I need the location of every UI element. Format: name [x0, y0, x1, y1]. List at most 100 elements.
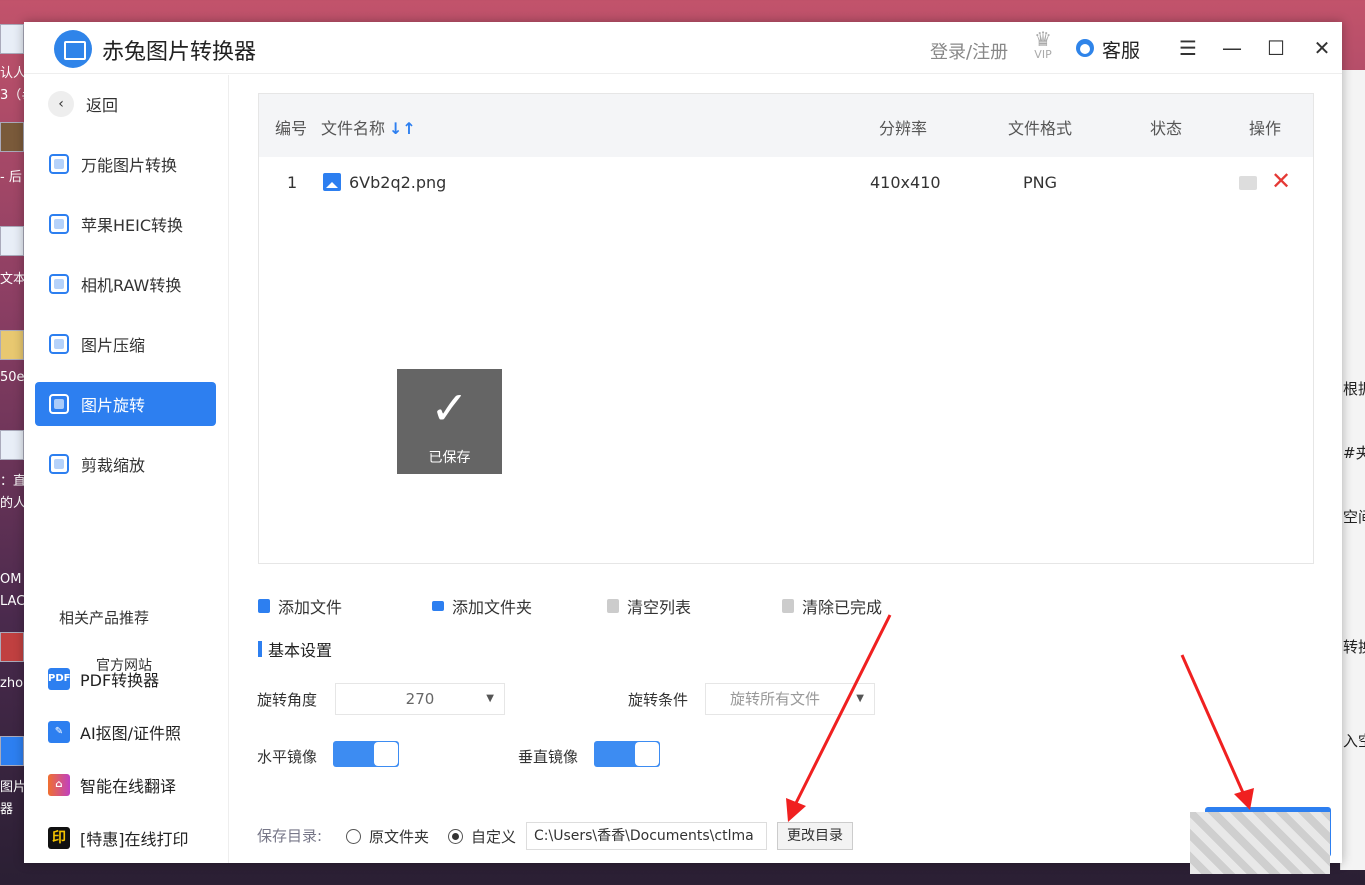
sidebar-item-universal-convert[interactable]: 万能图片转换: [35, 142, 216, 186]
close-icon[interactable]: ✕: [1310, 36, 1334, 60]
product-print[interactable]: 印 [特惠]在线打印: [48, 826, 189, 850]
text-file-icon[interactable]: [0, 226, 24, 256]
desktop-label: OM: [0, 572, 22, 587]
toggle-knob: [374, 742, 398, 766]
back-label: 返回: [86, 96, 119, 115]
sidebar-item-compress[interactable]: 图片压缩: [35, 322, 216, 366]
radio-original-folder[interactable]: 原文件夹: [346, 826, 429, 847]
save-dir-label: 保存目录:: [257, 827, 323, 845]
word-file-icon[interactable]: [0, 24, 24, 54]
customer-service-button[interactable]: 客服: [1102, 36, 1140, 63]
sidebar-item-label: 万能图片转换: [81, 156, 178, 175]
app-shortcut-icon[interactable]: [0, 736, 24, 766]
settings-title-label: 基本设置: [268, 641, 333, 660]
product-translate[interactable]: ⌂ 智能在线翻译: [48, 773, 176, 797]
clear-list-label: 清空列表: [627, 598, 692, 617]
check-icon: ✓: [430, 381, 469, 435]
desktop-label: zho: [0, 676, 24, 691]
file-table: 编号 文件名称 ↓↑ 分辨率 文件格式 状态 操作 1 6Vb2q2.png 41…: [258, 93, 1314, 564]
row-filename: 6Vb2q2.png: [349, 173, 447, 192]
table-row[interactable]: 1 6Vb2q2.png 410x410 PNG ✕: [259, 157, 1313, 209]
bg-text: 空间: [1343, 508, 1365, 526]
bg-text: 根据: [1343, 380, 1365, 398]
sidebar-item-heic[interactable]: 苹果HEIC转换: [35, 202, 216, 246]
recommend-title: 相关产品推荐: [59, 609, 150, 627]
sort-icon[interactable]: ↓↑: [389, 119, 416, 138]
translate-icon: ⌂: [48, 774, 70, 796]
vip-label: VIP: [1034, 48, 1052, 61]
table-header: 编号 文件名称 ↓↑ 分辨率 文件格式 状态 操作: [259, 94, 1313, 157]
col-filename-label: 文件名称: [321, 119, 386, 138]
col-status: 状态: [1150, 119, 1183, 138]
product-label: AI抠图/证件照: [80, 724, 182, 743]
heic-icon: [49, 214, 69, 234]
rotate-angle-select[interactable]: 270 ▼: [335, 683, 505, 715]
v-mirror-toggle[interactable]: [594, 741, 660, 767]
change-dir-button[interactable]: 更改目录: [777, 822, 853, 850]
sidebar-item-crop[interactable]: 剪裁缩放: [35, 442, 216, 486]
minimize-icon[interactable]: —: [1220, 36, 1244, 60]
product-ai-cutout[interactable]: ✎ AI抠图/证件照: [48, 720, 181, 744]
desktop-label: 器: [0, 802, 14, 817]
file-icon: [258, 599, 270, 613]
rotate-icon: [49, 394, 69, 414]
toggle-knob: [635, 742, 659, 766]
row-resolution: 410x410: [870, 173, 941, 192]
desktop-label: LAC: [0, 594, 24, 609]
sidebar-item-raw[interactable]: 相机RAW转换: [35, 262, 216, 306]
sidebar-item-rotate[interactable]: 图片旋转: [35, 382, 216, 426]
desktop-left-strip: 认人El 3（# - 后 文本 50e ：直 的人 OM LAC zho 图片 …: [0, 0, 24, 885]
h-mirror-toggle[interactable]: [333, 741, 399, 767]
archive-icon[interactable]: [0, 632, 24, 662]
print-icon: 印: [48, 827, 70, 849]
blurred-region: [1190, 812, 1330, 874]
product-pdf-converter[interactable]: PDF PDF转换器: [48, 667, 159, 691]
annotation-arrow: [1180, 654, 1254, 810]
add-folder-button[interactable]: 添加文件夹: [432, 594, 532, 618]
rotate-angle-label: 旋转角度: [257, 691, 318, 709]
sidebar-item-label: 苹果HEIC转换: [81, 216, 184, 235]
background-window: 根据 #夹 空间 转换 入空: [1340, 70, 1365, 870]
arrow-line: [1180, 654, 1246, 796]
image-file-icon[interactable]: [0, 122, 24, 152]
radio-custom-folder[interactable]: 自定义: [448, 826, 516, 847]
desktop-label: 的人: [0, 496, 24, 511]
arrow-head: [1234, 788, 1254, 810]
login-register-link[interactable]: 登录/注册: [930, 38, 1008, 64]
word-file-icon[interactable]: [0, 430, 24, 460]
desktop-label: 图片: [0, 780, 24, 795]
broom-icon: [607, 599, 619, 613]
customer-service-icon[interactable]: [1076, 39, 1094, 57]
maximize-icon[interactable]: ☐: [1264, 36, 1288, 60]
chevron-left-icon: ‹: [48, 91, 74, 117]
delete-icon[interactable]: ✕: [1271, 167, 1291, 195]
sidebar: ‹ 返回 万能图片转换 苹果HEIC转换 相机RAW转换 图片压缩 图片旋转 剪…: [24, 75, 229, 863]
open-folder-icon[interactable]: [1239, 176, 1257, 190]
crown-icon: ♛: [1034, 27, 1052, 51]
radio-label: 原文件夹: [369, 828, 430, 846]
arrow-line: [793, 614, 892, 806]
save-path-input[interactable]: C:\Users\香香\Documents\ctlma: [526, 822, 767, 850]
desktop-label: ：直: [0, 474, 24, 489]
image-convert-icon: [49, 154, 69, 174]
folder-icon[interactable]: [0, 330, 24, 360]
section-marker: [258, 641, 262, 657]
bg-text: 入空: [1343, 732, 1365, 750]
col-action: 操作: [1249, 119, 1282, 138]
clear-list-button[interactable]: 清空列表: [607, 594, 691, 618]
col-format: 文件格式: [1008, 119, 1073, 138]
add-file-button[interactable]: 添加文件: [258, 594, 342, 618]
back-button[interactable]: ‹ 返回: [48, 91, 118, 117]
toast-label: 已保存: [428, 450, 471, 466]
col-filename[interactable]: 文件名称 ↓↑: [321, 115, 416, 139]
radio-label: 自定义: [471, 828, 517, 846]
add-folder-label: 添加文件夹: [452, 598, 533, 617]
app-window: 赤兔图片转换器 登录/注册 ♛ VIP 客服 ☰ — ☐ ✕ ‹ 返回 万能图片转…: [24, 22, 1342, 863]
vip-icon[interactable]: ♛ VIP: [1028, 27, 1058, 62]
product-label: 智能在线翻译: [80, 777, 177, 796]
rotate-condition-label: 旋转条件: [628, 691, 689, 709]
bg-text: 转换: [1343, 638, 1365, 656]
hamburger-icon[interactable]: ☰: [1176, 36, 1200, 60]
desktop-label: 文本: [0, 272, 24, 287]
annotation-arrow: [786, 614, 892, 822]
